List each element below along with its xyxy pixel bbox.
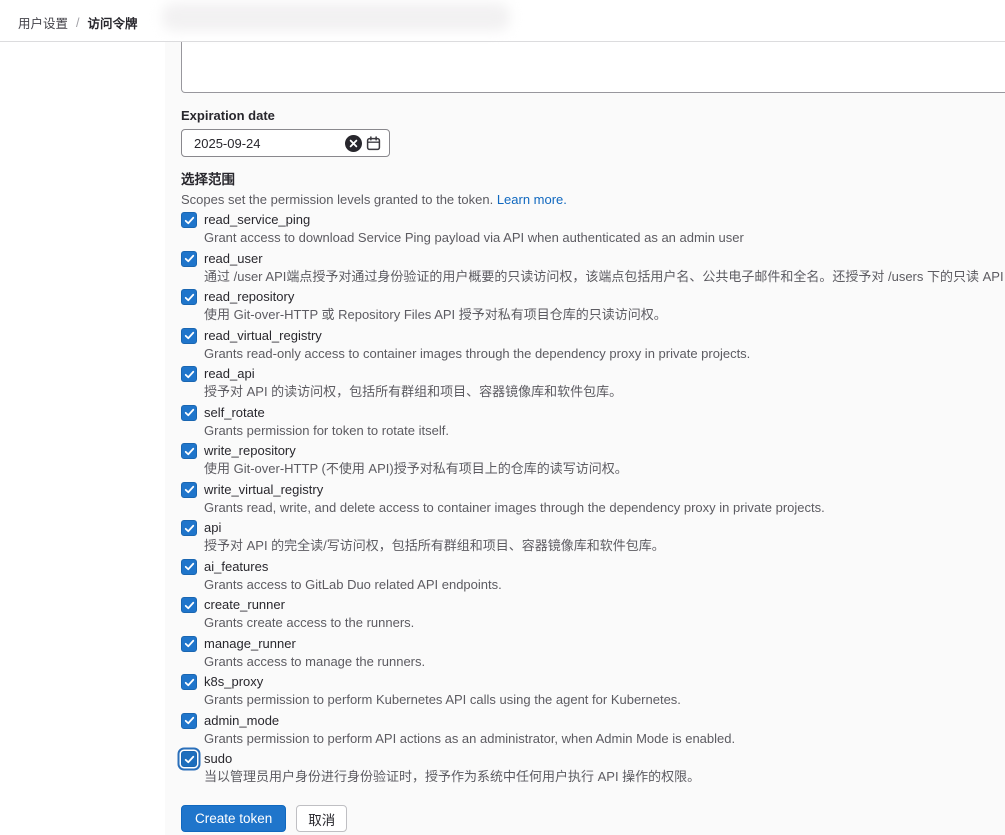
scope-label[interactable]: read_api	[204, 365, 1005, 383]
clear-date-icon[interactable]	[343, 131, 363, 155]
scope-checkbox[interactable]	[181, 482, 197, 498]
checkmark-icon	[184, 677, 195, 688]
scope-checkbox[interactable]	[181, 520, 197, 536]
scopes-heading: 选择范围	[181, 168, 235, 188]
scope-checkbox[interactable]	[181, 328, 197, 344]
scope-list: read_service_ping Grant access to downlo…	[181, 211, 1005, 789]
scope-label[interactable]: read_service_ping	[204, 211, 1005, 229]
expiration-date-input[interactable]: 2025-09-24	[181, 129, 390, 157]
cancel-button[interactable]: 取消	[296, 805, 347, 832]
checkmark-icon	[184, 484, 195, 495]
scope-description: 当以管理员用户身份进行身份验证时，授予作为系统中任何用户执行 API 操作的权限…	[204, 768, 1005, 786]
scope-description: Grants permission to perform API actions…	[204, 730, 1005, 748]
header: 用户设置 / 访问令牌	[0, 0, 1005, 42]
checkmark-icon	[184, 754, 195, 765]
scope-description: Grants permission for token to rotate it…	[204, 422, 1005, 440]
scope-checkbox[interactable]	[181, 405, 197, 421]
scope-checkbox[interactable]	[181, 636, 197, 652]
scope-description: Grants permission to perform Kubernetes …	[204, 691, 1005, 709]
scope-checkbox[interactable]	[181, 713, 197, 729]
scope-description: Grants read, write, and delete access to…	[204, 499, 1005, 517]
checkmark-icon	[184, 407, 195, 418]
scope-description: Grants access to manage the runners.	[204, 653, 1005, 671]
scope-description: 使用 Git-over-HTTP (不使用 API)授予对私有项目上的仓库的读写…	[204, 460, 1005, 478]
checkmark-icon	[184, 253, 195, 264]
scope-label[interactable]: ai_features	[204, 558, 1005, 576]
scope-row: read_repository 使用 Git-over-HTTP 或 Repos…	[181, 288, 1005, 324]
breadcrumb-user-settings[interactable]: 用户设置	[18, 13, 68, 32]
scope-description: 通过 /user API端点授予对通过身份验证的用户概要的只读访问权，该端点包括…	[204, 268, 1005, 286]
scope-label[interactable]: api	[204, 519, 1005, 537]
scope-label[interactable]: admin_mode	[204, 712, 1005, 730]
scope-description: Grants access to GitLab Duo related API …	[204, 576, 1005, 594]
scope-description: 授予对 API 的完全读/写访问权，包括所有群组和项目、容器镜像库和软件包库。	[204, 537, 1005, 555]
scope-checkbox[interactable]	[181, 251, 197, 267]
scope-checkbox[interactable]	[181, 674, 197, 690]
scope-label[interactable]: read_user	[204, 250, 1005, 268]
scope-row: sudo 当以管理员用户身份进行身份验证时，授予作为系统中任何用户执行 API …	[181, 750, 1005, 786]
scope-row: write_repository 使用 Git-over-HTTP (不使用 A…	[181, 442, 1005, 478]
scope-label[interactable]: read_repository	[204, 288, 1005, 306]
scope-description: 使用 Git-over-HTTP 或 Repository Files API …	[204, 306, 1005, 324]
breadcrumb-separator: /	[76, 16, 79, 30]
checkmark-icon	[184, 330, 195, 341]
x-circle-icon	[345, 135, 362, 152]
scope-row: k8s_proxy Grants permission to perform K…	[181, 673, 1005, 709]
scope-label[interactable]: create_runner	[204, 596, 1005, 614]
scope-row: read_virtual_registry Grants read-only a…	[181, 327, 1005, 363]
scope-description: Grants read-only access to container ima…	[204, 345, 1005, 363]
scope-checkbox[interactable]	[181, 212, 197, 228]
create-token-button[interactable]: Create token	[181, 805, 286, 832]
learn-more-link[interactable]: Learn more.	[497, 192, 567, 207]
scope-label[interactable]: manage_runner	[204, 635, 1005, 653]
checkmark-icon	[184, 715, 195, 726]
scope-label[interactable]: write_virtual_registry	[204, 481, 1005, 499]
checkmark-icon	[184, 600, 195, 611]
scope-checkbox[interactable]	[181, 597, 197, 613]
scope-row: self_rotate Grants permission for token …	[181, 404, 1005, 440]
checkmark-icon	[184, 523, 195, 534]
scope-checkbox[interactable]	[181, 366, 197, 382]
scope-row: write_virtual_registry Grants read, writ…	[181, 481, 1005, 517]
scope-label[interactable]: read_virtual_registry	[204, 327, 1005, 345]
scope-row: admin_mode Grants permission to perform …	[181, 712, 1005, 748]
scopes-help-text: Scopes set the permission levels granted…	[181, 192, 1005, 207]
breadcrumb: 用户设置 / 访问令牌	[18, 13, 138, 32]
scope-label[interactable]: k8s_proxy	[204, 673, 1005, 691]
scope-description: 授予对 API 的读访问权，包括所有群组和项目、容器镜像库和软件包库。	[204, 383, 1005, 401]
scopes-help-sentence: Scopes set the permission levels granted…	[181, 192, 493, 207]
checkmark-icon	[184, 446, 195, 457]
scope-label[interactable]: self_rotate	[204, 404, 1005, 422]
scope-checkbox[interactable]	[181, 751, 197, 767]
scope-description: Grants create access to the runners.	[204, 614, 1005, 632]
scope-label[interactable]: write_repository	[204, 442, 1005, 460]
scope-row: manage_runner Grants access to manage th…	[181, 635, 1005, 671]
redacted-region	[162, 3, 510, 31]
calendar-glyph	[366, 136, 381, 151]
scope-description: Grant access to download Service Ping pa…	[204, 229, 1005, 247]
checkmark-icon	[184, 561, 195, 572]
expiration-date-value: 2025-09-24	[182, 136, 343, 151]
breadcrumb-access-tokens: 访问令牌	[88, 13, 138, 32]
calendar-icon[interactable]	[363, 131, 383, 155]
scope-row: ai_features Grants access to GitLab Duo …	[181, 558, 1005, 594]
form-actions: Create token 取消	[181, 805, 347, 832]
scope-checkbox[interactable]	[181, 559, 197, 575]
scope-checkbox[interactable]	[181, 289, 197, 305]
scope-checkbox[interactable]	[181, 443, 197, 459]
checkmark-icon	[184, 215, 195, 226]
scope-row: read_service_ping Grant access to downlo…	[181, 211, 1005, 247]
scope-row: create_runner Grants create access to th…	[181, 596, 1005, 632]
scope-row: read_user 通过 /user API端点授予对通过身份验证的用户概要的只…	[181, 250, 1005, 286]
scope-row: read_api 授予对 API 的读访问权，包括所有群组和项目、容器镜像库和软…	[181, 365, 1005, 401]
expiration-date-label: Expiration date	[181, 108, 275, 123]
checkmark-icon	[184, 292, 195, 303]
scope-row: api 授予对 API 的完全读/写访问权，包括所有群组和项目、容器镜像库和软件…	[181, 519, 1005, 555]
scope-label[interactable]: sudo	[204, 750, 1005, 768]
checkmark-icon	[184, 638, 195, 649]
token-description-textarea[interactable]	[181, 42, 1005, 93]
checkmark-icon	[184, 369, 195, 380]
